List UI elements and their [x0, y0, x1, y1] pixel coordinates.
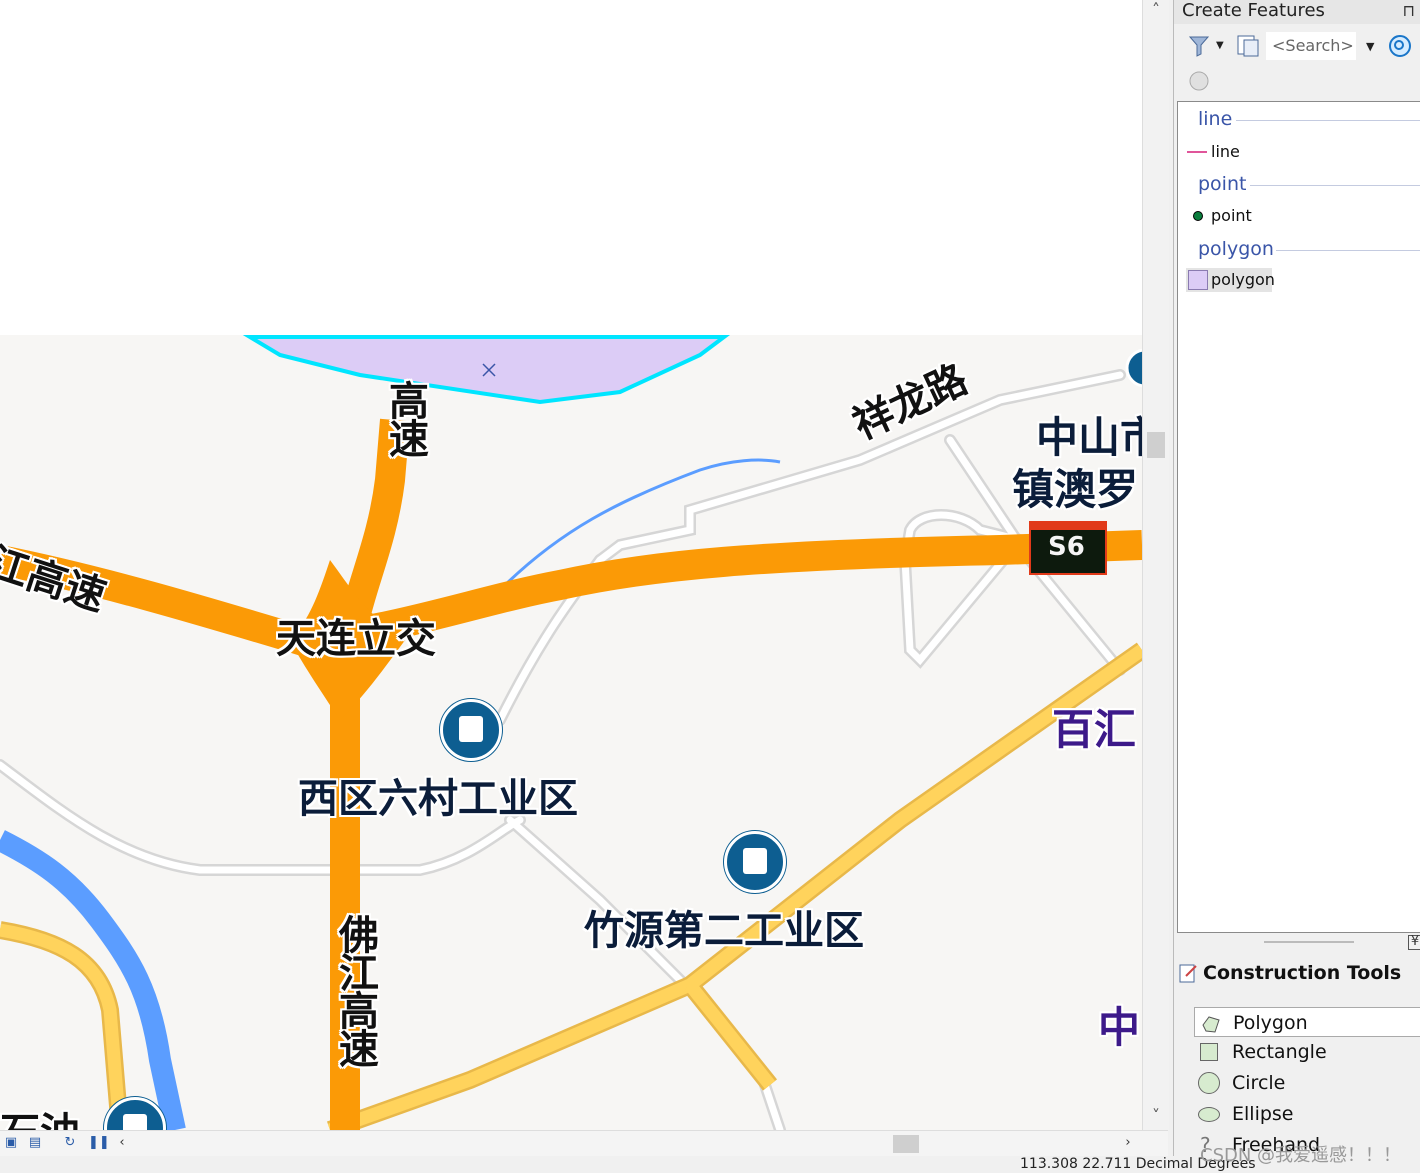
polygon-tool-icon — [1201, 1014, 1220, 1033]
map-view[interactable]: S6 祥龙路 中山市 镇澳罗 高速 江高速 天连立交 西区六村工业区 竹源第二工… — [0, 0, 1142, 1130]
ellipse-tool-icon — [1198, 1107, 1220, 1122]
tool-label: Polygon — [1233, 1012, 1308, 1034]
filter-icon[interactable] — [1188, 34, 1212, 58]
divider — [1276, 250, 1420, 251]
template-properties-icon[interactable] — [1188, 70, 1210, 92]
refresh-icon[interactable]: ↻ — [62, 1135, 78, 1151]
horizontal-scroll-thumb[interactable] — [893, 1135, 919, 1153]
template-label: line — [1211, 142, 1240, 161]
template-polygon[interactable]: polygon — [1186, 268, 1275, 292]
map-label-fojiang: 佛江高速 — [332, 914, 378, 1066]
tool-label: Circle — [1232, 1072, 1286, 1094]
watermark: CSDN @我爱遥感！！！ — [1200, 1145, 1402, 1166]
map-label-zhong: 中 — [1098, 1003, 1141, 1052]
group-header-line: line — [1198, 108, 1233, 130]
scroll-left-icon[interactable]: ‹ — [114, 1135, 130, 1151]
tool-label: Rectangle — [1232, 1041, 1327, 1063]
panel-title-text: Create Features — [1182, 0, 1325, 21]
group-header-point: point — [1198, 173, 1247, 195]
divider — [1250, 185, 1420, 186]
template-line[interactable]: line — [1187, 142, 1240, 161]
line-symbol-icon — [1187, 151, 1207, 153]
scroll-thumb[interactable] — [1147, 432, 1165, 458]
map-label-shiyou: 石油 — [0, 1100, 80, 1130]
construction-tools-title: Construction Tools — [1203, 962, 1402, 984]
search-icon[interactable] — [1388, 34, 1412, 58]
factory-poi-icon[interactable] — [440, 699, 502, 761]
feature-templates-list: line line point point polygon polygon — [1177, 101, 1420, 933]
circle-tool-icon — [1198, 1072, 1220, 1094]
scroll-right-icon[interactable]: › — [1120, 1135, 1136, 1151]
map-label-zhen-ao: 镇澳罗 — [1012, 465, 1139, 514]
map-label-highway-top: 高速 — [382, 380, 428, 456]
map-vertical-scrollbar[interactable]: ˄ ˅ — [1142, 0, 1169, 1130]
panel-title: Create Features ⊓ — [1174, 0, 1420, 24]
map-label-zhuyuan: 竹源第二工业区 — [584, 908, 864, 954]
panel-splitter[interactable] — [1264, 941, 1354, 943]
data-view-icon[interactable]: ▣ — [3, 1135, 19, 1151]
map-label-xiqu: 西区六村工业区 — [298, 776, 578, 822]
point-symbol-icon — [1193, 211, 1203, 221]
tool-circle[interactable]: Circle — [1194, 1068, 1420, 1098]
organize-templates-icon[interactable] — [1236, 34, 1260, 58]
polygon-symbol-icon — [1188, 270, 1208, 290]
scroll-down-icon[interactable]: ˅ — [1143, 1106, 1169, 1126]
scroll-up-icon[interactable]: ˄ — [1143, 0, 1169, 20]
divider — [1236, 120, 1420, 121]
map-horizontal-scrollbar[interactable]: ▣ ▤ ↻ ❚❚ ‹ › — [0, 1130, 1168, 1157]
tool-label: Ellipse — [1232, 1103, 1294, 1125]
map-label-tianlian: 天连立交 — [276, 616, 436, 662]
template-label: polygon — [1211, 270, 1275, 289]
pause-icon[interactable]: ❚❚ — [88, 1135, 110, 1151]
construction-tools-icon — [1178, 962, 1200, 984]
tool-polygon[interactable]: Polygon — [1194, 1007, 1420, 1037]
rectangle-tool-icon — [1200, 1043, 1218, 1061]
search-dropdown-icon[interactable]: ▼ — [1366, 40, 1374, 53]
group-header-polygon: polygon — [1198, 238, 1274, 260]
tool-ellipse[interactable]: Ellipse — [1194, 1099, 1420, 1129]
search-input[interactable]: <Search> — [1266, 32, 1356, 60]
road-shield-label: S6 — [1048, 532, 1085, 562]
basemap — [0, 0, 1142, 1130]
layout-view-icon[interactable]: ▤ — [27, 1135, 43, 1151]
map-label-baihui: 百汇 — [1052, 705, 1137, 754]
pin-icon[interactable]: ⊓ — [1403, 0, 1415, 22]
filter-dropdown-icon[interactable]: ▼ — [1216, 40, 1224, 51]
building-poi-icon[interactable] — [724, 831, 786, 893]
template-label: point — [1211, 206, 1252, 225]
collapse-icon[interactable]: ¥ — [1408, 935, 1420, 950]
tool-rectangle[interactable]: Rectangle — [1194, 1037, 1420, 1067]
template-point[interactable]: point — [1193, 206, 1252, 225]
create-features-panel: Create Features ⊓ ▼ <Search> ▼ line line… — [1173, 0, 1420, 1156]
